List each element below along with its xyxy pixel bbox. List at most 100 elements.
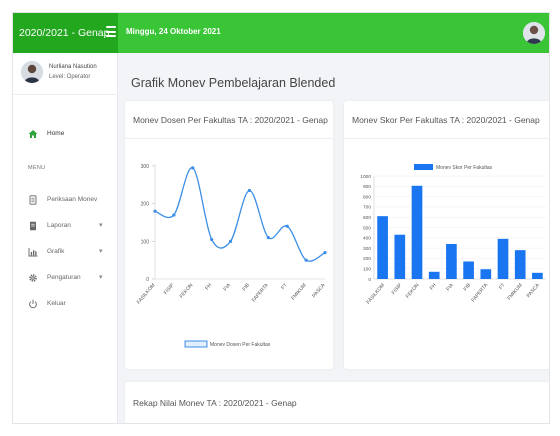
card-monev-skor: Monev Skor Per Fakultas TA : 2020/2021 -… xyxy=(344,101,549,369)
sidebar-item-keluar[interactable]: Keluar xyxy=(13,295,118,313)
data-point xyxy=(191,166,195,170)
x-tick-label: FIB xyxy=(463,282,473,292)
user-profile: Nurliana Nasution Level: Operator xyxy=(13,53,118,95)
y-tick-label: 400 xyxy=(363,236,371,242)
data-point xyxy=(304,258,308,262)
gear-icon xyxy=(29,274,37,282)
x-tick-label: FIA xyxy=(445,282,455,292)
brand-period: 2020/2021 - Genap xyxy=(13,13,118,53)
x-tick-label: FT xyxy=(498,282,507,291)
y-tick-label: 100 xyxy=(141,239,150,245)
app-window: 2020/2021 - Genap Minggu, 24 Oktober 202… xyxy=(12,12,550,424)
sidebar-item-laporan[interactable]: Laporan ▾ xyxy=(13,217,118,235)
power-icon xyxy=(29,299,37,309)
y-tick-label: 500 xyxy=(363,225,371,231)
bar xyxy=(532,272,543,279)
user-photo-icon xyxy=(21,61,43,83)
page-title: Grafik Monev Pembelajaran Blended xyxy=(131,76,336,90)
sidebar-item-periksaan-monev[interactable]: Periksaan Monev xyxy=(13,191,118,209)
card-title: Monev Dosen Per Fakultas TA : 2020/2021 … xyxy=(133,115,328,125)
x-tick-label: FMIKUM xyxy=(290,282,307,301)
sidebar-item-pengaturan[interactable]: Pengaturan ▾ xyxy=(13,269,118,287)
chevron-down-icon: ▾ xyxy=(99,222,103,229)
y-tick-label: 300 xyxy=(363,246,371,252)
legend-swatch xyxy=(184,340,208,348)
y-tick-label: 800 xyxy=(363,194,371,200)
chevron-down-icon: ▾ xyxy=(99,248,103,255)
user-role: Level: Operator xyxy=(49,74,91,80)
legend-label: Monev Dosen Per Fakultas xyxy=(210,342,271,348)
series-line xyxy=(154,167,326,262)
sidebar-item-label: Grafik xyxy=(47,248,65,255)
user-name: Nurliana Nasution xyxy=(49,64,97,70)
bar xyxy=(480,269,492,279)
x-tick-label: FMIKUM xyxy=(506,282,523,301)
current-date: Minggu, 24 Oktober 2021 xyxy=(126,27,221,36)
bar xyxy=(377,216,388,279)
x-tick-label: FASILKOM xyxy=(365,282,386,305)
legend-label: Monev Skor Per Fakultas xyxy=(436,165,493,171)
y-tick-label: 600 xyxy=(363,215,371,221)
sidebar-item-home[interactable]: Home xyxy=(13,125,118,143)
bar xyxy=(497,238,509,279)
line-chart-monev-dosen: 0 100 200 300 FASILKOM FISIP FEKON FH FIA FIB FAPE… xyxy=(136,164,327,348)
x-tick-label: FISIP xyxy=(391,282,404,296)
brand-label: 2020/2021 - Genap xyxy=(19,27,110,39)
sidebar-item-label: Periksaan Monev xyxy=(47,196,98,203)
sidebar-item-label: Keluar xyxy=(47,300,66,307)
home-icon xyxy=(28,130,38,138)
data-point xyxy=(266,235,270,240)
document-icon xyxy=(29,195,37,205)
sidebar-item-grafik[interactable]: Grafik ▾ xyxy=(13,243,118,261)
card-title: Monev Skor Per Fakultas TA : 2020/2021 -… xyxy=(352,115,540,125)
data-point xyxy=(210,237,214,242)
y-tick-label: 300 xyxy=(141,164,150,170)
data-point xyxy=(285,224,289,228)
sidebar: Nurliana Nasution Level: Operator Home M… xyxy=(13,53,118,423)
top-navbar: 2020/2021 - Genap Minggu, 24 Oktober 202… xyxy=(13,13,549,53)
bar xyxy=(411,185,423,279)
x-tick-label: FT xyxy=(280,282,289,291)
y-tick-label: 900 xyxy=(363,184,371,190)
y-tick-label: 200 xyxy=(141,202,150,208)
x-tick-label: FIA xyxy=(222,282,232,292)
hamburger-menu-icon[interactable] xyxy=(106,26,116,38)
sidebar-item-label: Laporan xyxy=(47,222,71,229)
data-point xyxy=(247,188,252,193)
y-tick-label: 100 xyxy=(363,267,371,273)
user-avatar-icon xyxy=(523,22,545,44)
y-tick-label: 0 xyxy=(146,277,149,283)
x-tick-label: PASCA xyxy=(311,282,327,299)
x-tick-label: PASCA xyxy=(526,282,542,299)
card-monev-dosen: Monev Dosen Per Fakultas TA : 2020/2021 … xyxy=(125,101,333,369)
bar xyxy=(446,243,457,279)
menu-section-header: MENU xyxy=(28,165,46,171)
x-tick-label: FH xyxy=(204,282,213,291)
bar-chart-monev-skor: Monev Skor Per Fakultas 0 100 200 300 400 500 6… xyxy=(360,164,546,305)
card-rekap-nilai: Rekap Nilai Monev TA : 2020/2021 - Genap xyxy=(125,382,549,423)
x-tick-label: FAPERTA xyxy=(251,282,270,303)
y-tick-label: 0 xyxy=(368,277,371,283)
report-icon xyxy=(30,221,36,231)
y-tick-label: 1000 xyxy=(360,174,371,180)
y-tick-label: 700 xyxy=(363,205,371,211)
legend-swatch xyxy=(414,164,433,170)
user-avatar-button[interactable] xyxy=(523,22,545,44)
x-tick-label: FAPERTA xyxy=(470,282,489,303)
sidebar-item-label: Pengaturan xyxy=(47,274,81,281)
x-tick-label: FH xyxy=(429,282,438,291)
data-point xyxy=(153,209,157,213)
bar xyxy=(463,261,474,279)
y-tick-label: 200 xyxy=(363,256,371,262)
chevron-down-icon: ▾ xyxy=(99,274,103,281)
data-point xyxy=(172,213,176,217)
data-point xyxy=(228,239,233,243)
card-title: Rekap Nilai Monev TA : 2020/2021 - Genap xyxy=(133,398,297,408)
sidebar-item-label: Home xyxy=(47,130,65,137)
bar xyxy=(394,234,406,279)
x-tick-label: FEKON xyxy=(405,282,421,299)
x-tick-label: FEKON xyxy=(179,282,195,299)
x-tick-label: FIB xyxy=(241,282,251,292)
avatar xyxy=(21,61,43,83)
bar xyxy=(514,250,526,279)
